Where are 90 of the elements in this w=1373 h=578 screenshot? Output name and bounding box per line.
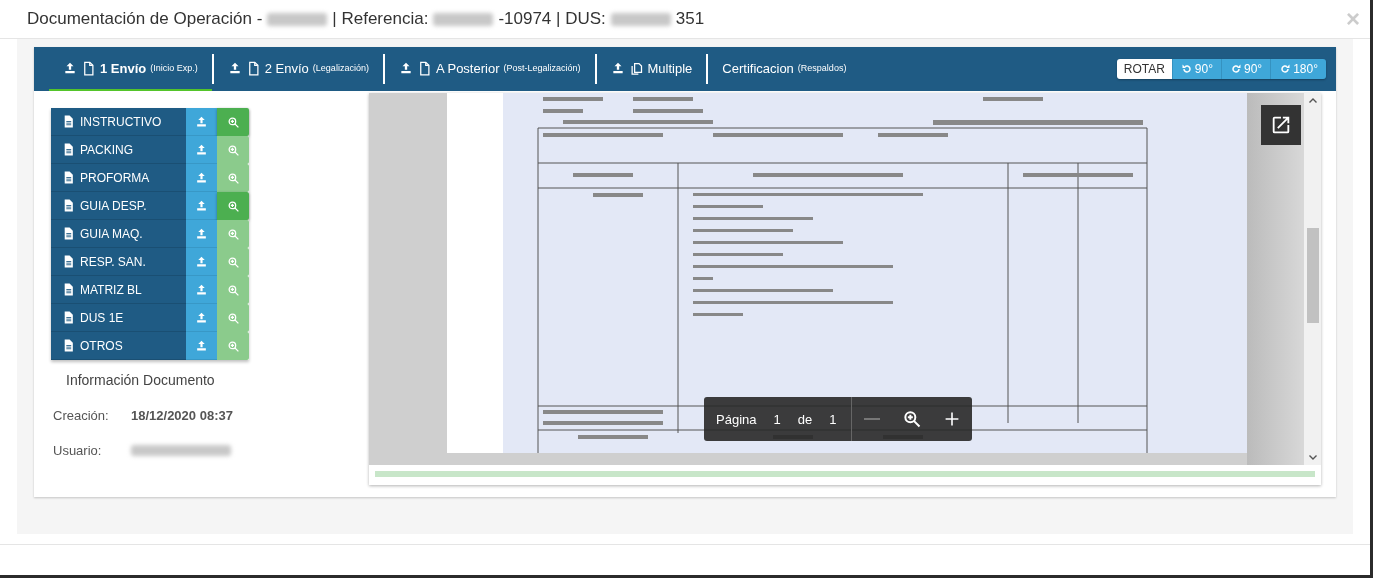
document-button[interactable]: PACKING bbox=[51, 136, 186, 164]
upload-button[interactable] bbox=[186, 332, 217, 360]
field-label: Creación: bbox=[53, 408, 110, 423]
upload-icon bbox=[195, 143, 208, 156]
rotate-right-icon bbox=[1230, 63, 1242, 75]
upload-icon bbox=[195, 171, 208, 184]
rotate-right-icon bbox=[1279, 63, 1292, 75]
zoom-in-icon bbox=[226, 171, 240, 185]
rotate-label: ROTAR bbox=[1116, 59, 1172, 79]
scroll-up-icon[interactable] bbox=[1308, 98, 1317, 103]
upload-icon bbox=[195, 255, 208, 268]
upload-icon bbox=[195, 339, 208, 352]
zoom-in-icon bbox=[226, 143, 240, 157]
document-icon bbox=[62, 227, 75, 240]
minus-icon bbox=[864, 418, 881, 420]
zoom-in-icon bbox=[226, 115, 240, 129]
upload-icon bbox=[195, 227, 208, 240]
tab[interactable]: A Posterior (Post-Legalización) bbox=[384, 47, 595, 91]
document-button[interactable]: MATRIZ BL bbox=[51, 276, 186, 304]
upload-button[interactable] bbox=[186, 248, 217, 276]
plus-icon bbox=[944, 411, 961, 427]
zoom-in-icon bbox=[902, 409, 923, 429]
upload-button[interactable] bbox=[186, 220, 217, 248]
upload-icon bbox=[195, 199, 208, 212]
page-count: 1 bbox=[829, 411, 837, 427]
field-value: 18/12/2020 08:37 bbox=[131, 408, 233, 423]
view-button[interactable] bbox=[217, 220, 249, 248]
view-button[interactable] bbox=[217, 332, 249, 360]
view-button[interactable] bbox=[217, 192, 249, 220]
open-external-button[interactable] bbox=[1261, 105, 1301, 145]
document-icon bbox=[62, 283, 75, 296]
upload-icon bbox=[63, 61, 77, 75]
upload-button[interactable] bbox=[186, 304, 217, 332]
blurred-text bbox=[433, 12, 494, 26]
document-icon bbox=[62, 199, 75, 212]
upload-icon bbox=[195, 283, 208, 296]
document-icon bbox=[62, 115, 75, 128]
files-icon bbox=[628, 60, 644, 76]
window-title: Documentación de Operación - bbox=[27, 9, 263, 29]
document-button[interactable]: OTROS bbox=[51, 332, 186, 360]
upload-button[interactable] bbox=[186, 164, 217, 192]
view-button[interactable] bbox=[217, 164, 249, 192]
tab[interactable]: 2 Envío (Legalización) bbox=[213, 47, 383, 91]
zoom-in-icon bbox=[226, 339, 240, 353]
rotate-left-icon bbox=[1180, 63, 1193, 75]
view-button[interactable] bbox=[217, 108, 249, 136]
upload-icon bbox=[610, 61, 625, 75]
document-icon bbox=[62, 171, 75, 184]
document-button[interactable]: INSTRUCTIVO bbox=[51, 108, 186, 136]
zoom-in-icon bbox=[226, 227, 240, 241]
blurred-text bbox=[267, 12, 328, 26]
document-icon bbox=[62, 311, 75, 324]
file-icon bbox=[81, 60, 96, 76]
document-button[interactable]: DUS 1E bbox=[51, 304, 186, 332]
document-button[interactable]: RESP. SAN. bbox=[51, 248, 186, 276]
upload-icon bbox=[398, 61, 413, 75]
view-button[interactable] bbox=[217, 136, 249, 164]
tab[interactable]: 1 Envío (Inicio Exp.) bbox=[49, 47, 212, 91]
window-title: | Referencia: bbox=[332, 9, 429, 29]
blurred-text bbox=[610, 12, 671, 26]
scroll-down-icon[interactable] bbox=[1308, 455, 1317, 460]
tab[interactable]: Multiple bbox=[596, 47, 707, 91]
upload-icon bbox=[195, 115, 208, 128]
upload-button[interactable] bbox=[186, 192, 217, 220]
upload-icon bbox=[195, 311, 208, 324]
upload-icon bbox=[227, 61, 242, 75]
tab[interactable]: Certificacion (Respaldos) bbox=[708, 47, 861, 91]
document-icon bbox=[62, 255, 75, 268]
document-button[interactable]: GUIA MAQ. bbox=[51, 220, 186, 248]
open-external-icon bbox=[1270, 114, 1292, 136]
window-title: 351 bbox=[675, 9, 705, 29]
scrollbar[interactable] bbox=[1304, 93, 1321, 465]
page-of-label: de bbox=[797, 411, 813, 427]
document-icon bbox=[62, 143, 75, 156]
upload-button[interactable] bbox=[186, 276, 217, 304]
document-icon bbox=[62, 339, 75, 352]
zoom-in-icon bbox=[226, 311, 240, 325]
zoom-in-icon bbox=[226, 199, 240, 213]
document-button[interactable]: PROFORMA bbox=[51, 164, 186, 192]
scrollbar-thumb[interactable] bbox=[1306, 228, 1319, 323]
window-title: -10974 | DUS: bbox=[498, 9, 606, 29]
upload-button[interactable] bbox=[186, 136, 217, 164]
page-number: 1 bbox=[773, 411, 781, 427]
upload-button[interactable] bbox=[186, 108, 217, 136]
zoom-in-icon bbox=[226, 283, 240, 297]
section-title: Información Documento bbox=[66, 372, 216, 388]
page-label: Página bbox=[716, 411, 757, 427]
zoom-in-icon bbox=[226, 255, 240, 269]
field-label: Usuario: bbox=[53, 443, 103, 458]
document-button[interactable]: GUIA DESP. bbox=[51, 192, 186, 220]
